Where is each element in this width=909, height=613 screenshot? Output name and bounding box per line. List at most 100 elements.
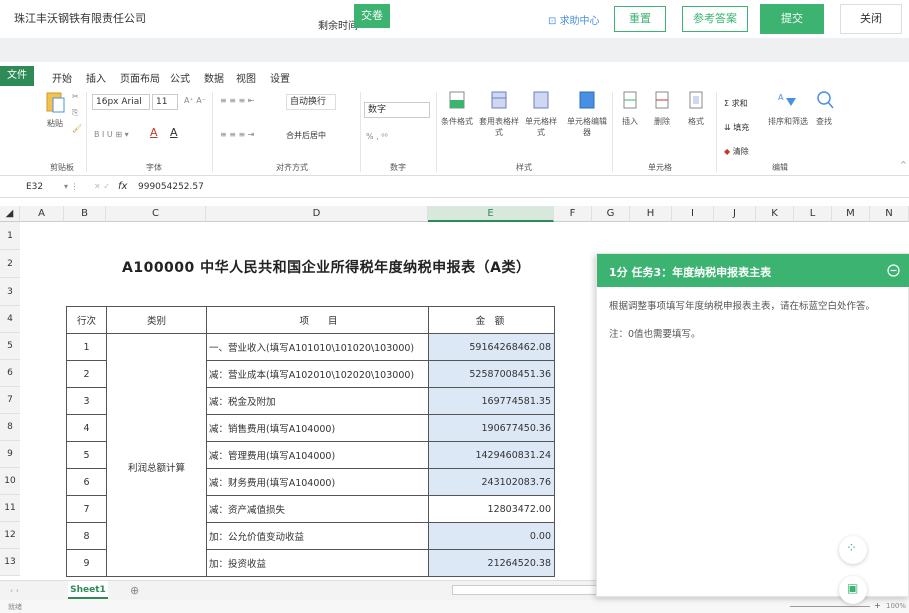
row-header-7[interactable]: 7: [0, 387, 20, 414]
sheet-tab-sheet1[interactable]: Sheet1: [68, 581, 108, 599]
tab-settings[interactable]: 设置: [270, 70, 290, 85]
name-box-dropdown-icon[interactable]: ▾ ⋮: [64, 182, 79, 191]
row-header-11[interactable]: 11: [0, 495, 20, 522]
cell-style-icon[interactable]: [532, 90, 550, 110]
column-header-g[interactable]: G: [592, 206, 630, 222]
row-header-10[interactable]: 10: [0, 468, 20, 495]
column-header-a[interactable]: A: [20, 206, 64, 222]
item-cell[interactable]: 减：资产减值损失: [206, 495, 429, 523]
format-cell-icon[interactable]: [688, 90, 704, 110]
cancel-confirm-icons[interactable]: ✕ ✓: [94, 182, 110, 191]
row-header-12[interactable]: 12: [0, 522, 20, 549]
tab-page-layout[interactable]: 页面布局: [120, 70, 160, 85]
row-header-4[interactable]: 4: [0, 306, 20, 333]
reference-answer-button[interactable]: 参考答案: [682, 6, 748, 32]
row-header-8[interactable]: 8: [0, 414, 20, 441]
collapse-ribbon-icon[interactable]: ^: [900, 160, 907, 169]
line-no[interactable]: 3: [66, 387, 107, 415]
clear-button[interactable]: ◆ 清除: [724, 146, 749, 157]
add-sheet-icon[interactable]: ⊕: [130, 584, 139, 597]
column-header-i[interactable]: I: [672, 206, 714, 222]
amount-cell[interactable]: 59164268462.08: [428, 333, 555, 361]
column-header-b[interactable]: B: [64, 206, 106, 222]
column-header-k[interactable]: K: [756, 206, 794, 222]
item-cell[interactable]: 减：管理费用(填写A104000): [206, 441, 429, 469]
row-header-5[interactable]: 5: [0, 333, 20, 360]
column-header-d[interactable]: D: [206, 206, 428, 222]
sort-filter-icon[interactable]: A: [778, 90, 796, 110]
percent-comma-icons[interactable]: % ‚ ⁰⁰: [366, 132, 388, 141]
tab-formulas[interactable]: 公式: [170, 70, 190, 85]
reset-button[interactable]: 重置: [614, 6, 666, 32]
line-no[interactable]: 9: [66, 549, 107, 577]
line-no[interactable]: 5: [66, 441, 107, 469]
line-no[interactable]: 2: [66, 360, 107, 388]
format-painter-icon[interactable]: 🖌: [72, 124, 82, 133]
column-header-f[interactable]: F: [554, 206, 592, 222]
line-no[interactable]: 6: [66, 468, 107, 496]
amount-cell[interactable]: 1429460831.24: [428, 441, 555, 469]
amount-cell[interactable]: 243102083.76: [428, 468, 555, 496]
function-icon[interactable]: fx: [118, 181, 127, 192]
line-no[interactable]: 7: [66, 495, 107, 523]
close-button[interactable]: 关闭: [840, 4, 902, 34]
row-header-1[interactable]: 1: [0, 222, 20, 250]
line-no[interactable]: 1: [66, 333, 107, 361]
item-cell[interactable]: 减：财务费用(填写A104000): [206, 468, 429, 496]
item-cell[interactable]: 减：营业成本(填写A102010\102020\103000): [206, 360, 429, 388]
row-header-2[interactable]: 2: [0, 250, 20, 278]
collapse-panel-icon[interactable]: [887, 264, 900, 277]
find-icon[interactable]: [816, 90, 834, 110]
horizontal-align-icons[interactable]: ≡ ≡ ≡ ⇥: [220, 130, 254, 139]
formula-input[interactable]: 999054252.57: [138, 182, 204, 192]
line-no[interactable]: 8: [66, 522, 107, 550]
autosum-button[interactable]: Σ 求和: [724, 98, 748, 109]
tab-file[interactable]: 文件: [0, 66, 34, 86]
tab-view[interactable]: 视图: [236, 70, 256, 85]
grid-shortcut-button[interactable]: ⁘: [839, 536, 867, 564]
help-center-link[interactable]: ⊡ 求助中心: [548, 12, 600, 27]
cut-icon[interactable]: ✂: [72, 92, 79, 101]
row-header-9[interactable]: 9: [0, 441, 20, 468]
column-header-h[interactable]: H: [630, 206, 672, 222]
copy-icon[interactable]: ⎘: [72, 108, 78, 118]
panel-tool-button[interactable]: ▣: [839, 576, 867, 604]
tab-data[interactable]: 数据: [204, 70, 224, 85]
amount-cell[interactable]: 52587008451.36: [428, 360, 555, 388]
font-grow-icon[interactable]: A⁺ A⁻: [184, 96, 206, 105]
zoom-in-icon[interactable]: +: [874, 601, 881, 610]
item-cell[interactable]: 一、营业收入(填写A101010\101020\103000): [206, 333, 429, 361]
font-color-icon[interactable]: A: [150, 126, 158, 139]
line-no[interactable]: 4: [66, 414, 107, 442]
row-header-6[interactable]: 6: [0, 360, 20, 387]
cell-reference-box[interactable]: E32: [26, 182, 43, 192]
submit-button[interactable]: 提交: [760, 4, 824, 34]
insert-cell-icon[interactable]: [622, 90, 638, 110]
delete-cell-icon[interactable]: [654, 90, 670, 110]
zoom-slider[interactable]: [790, 606, 870, 607]
tab-insert[interactable]: 插入: [86, 70, 106, 85]
amount-cell[interactable]: 0.00: [428, 522, 555, 550]
vertical-align-icons[interactable]: ≡ ≡ ≡ ⇤: [220, 96, 254, 105]
highlight-icon[interactable]: A: [170, 126, 178, 139]
column-header-c[interactable]: C: [106, 206, 206, 222]
amount-cell[interactable]: 12803472.00: [428, 495, 555, 523]
font-size-select[interactable]: 11: [152, 94, 178, 110]
sheet-nav-arrows-icon[interactable]: ‹ ›: [10, 586, 19, 595]
hand-in-button[interactable]: 交卷: [354, 4, 390, 28]
item-cell[interactable]: 加：公允价值变动收益: [206, 522, 429, 550]
item-cell[interactable]: 减：税金及附加: [206, 387, 429, 415]
amount-cell[interactable]: 21264520.38: [428, 549, 555, 577]
conditional-format-icon[interactable]: [448, 90, 466, 110]
paste-icon[interactable]: [44, 90, 66, 114]
amount-cell[interactable]: 190677450.36: [428, 414, 555, 442]
fill-button[interactable]: ⇊ 填充: [724, 122, 749, 133]
column-header-j[interactable]: J: [714, 206, 756, 222]
column-header-e[interactable]: E: [428, 206, 554, 222]
column-header-l[interactable]: L: [794, 206, 832, 222]
wrap-text-button[interactable]: 自动换行: [286, 94, 336, 110]
item-cell[interactable]: 加：投资收益: [206, 549, 429, 577]
table-style-icon[interactable]: [490, 90, 508, 110]
row-header-3[interactable]: 3: [0, 278, 20, 306]
row-header-13[interactable]: 13: [0, 549, 20, 576]
